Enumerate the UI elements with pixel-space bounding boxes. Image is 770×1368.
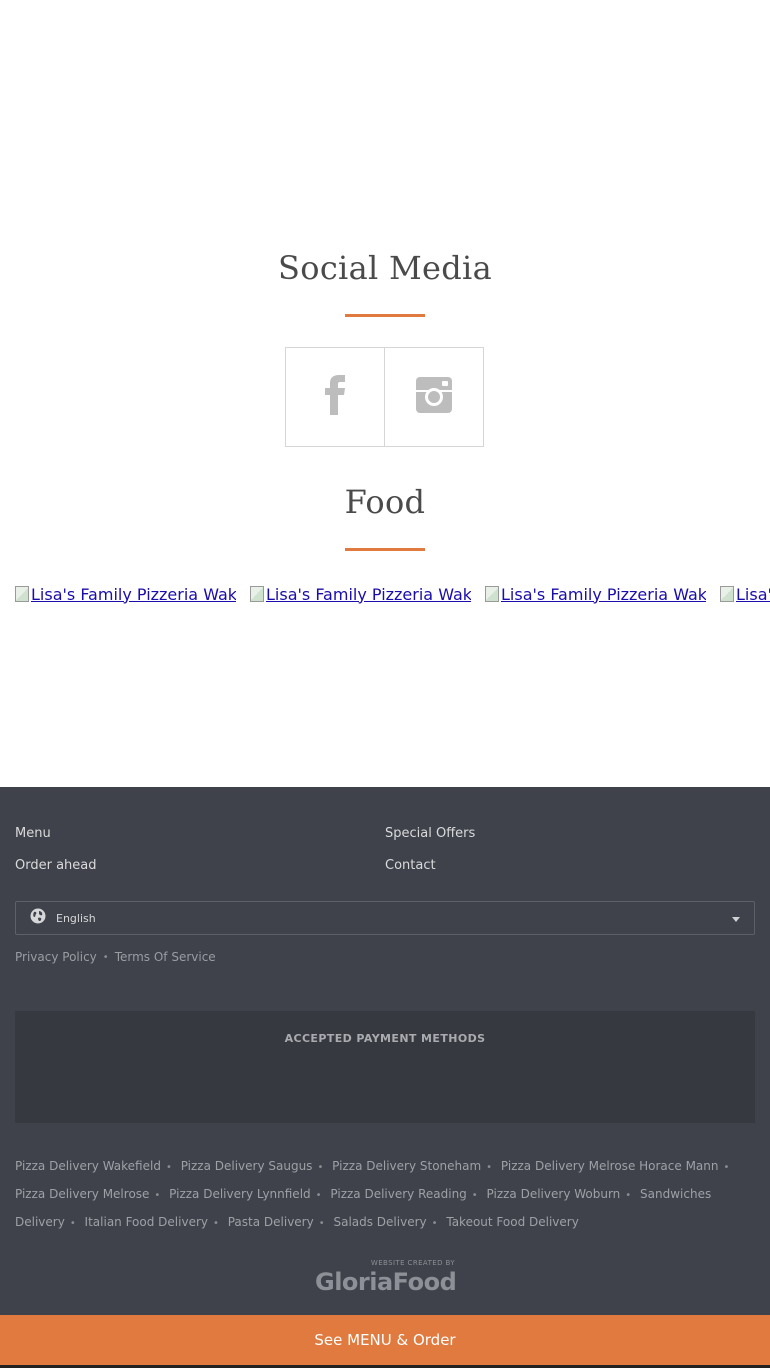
- social-media-heading: Social Media: [278, 249, 492, 287]
- seo-link[interactable]: Pizza Delivery Woburn: [487, 1187, 621, 1201]
- gloriafood-brand-link[interactable]: WEBSITE CREATED BY GloriaFood: [313, 1257, 458, 1299]
- language-select[interactable]: English: [15, 901, 755, 935]
- brand-tagline: WEBSITE CREATED BY: [370, 1259, 455, 1267]
- seo-links: Pizza Delivery Wakefield • Pizza Delivery…: [15, 1153, 760, 1237]
- seo-link[interactable]: Pasta Delivery: [228, 1215, 314, 1229]
- broken-image-icon: [485, 586, 499, 602]
- footer-link-order-ahead[interactable]: Order ahead: [15, 858, 97, 873]
- food-image-3[interactable]: Lisa's Family Pizzeria Wakefield: [485, 582, 706, 606]
- seo-link[interactable]: Takeout Food Delivery: [446, 1215, 578, 1229]
- food-gallery: Lisa's Family Pizzeria Wakefield Lisa's …: [15, 582, 770, 612]
- seo-link[interactable]: Pizza Delivery Stoneham: [332, 1159, 481, 1173]
- separator-dot: •: [471, 1190, 478, 1201]
- seo-link[interactable]: Pizza Delivery Lynnfield: [169, 1187, 311, 1201]
- payment-methods-box: ACCEPTED PAYMENT METHODS: [15, 1011, 755, 1123]
- facebook-icon: [323, 375, 347, 419]
- separator-dot: •: [69, 1218, 76, 1229]
- separator-dot: •: [102, 951, 109, 963]
- see-menu-order-button[interactable]: See MENU & Order: [0, 1315, 770, 1365]
- brand-name: GloriaFood: [315, 1268, 457, 1296]
- separator-dot: •: [318, 1218, 325, 1229]
- broken-image-icon: [15, 586, 29, 602]
- top-blank-area: [0, 0, 770, 240]
- footer-link-special-offers[interactable]: Special Offers: [385, 826, 475, 841]
- social-links: [285, 347, 484, 447]
- terms-of-service-link[interactable]: Terms Of Service: [115, 950, 216, 964]
- separator-dot: •: [486, 1162, 493, 1173]
- payment-methods-title: ACCEPTED PAYMENT METHODS: [284, 1032, 486, 1045]
- separator-dot: •: [315, 1190, 322, 1201]
- facebook-link[interactable]: [285, 347, 385, 447]
- broken-image-icon: [720, 586, 734, 602]
- separator-dot: •: [431, 1218, 438, 1229]
- instagram-icon: [416, 377, 452, 417]
- social-media-underline: [345, 314, 425, 317]
- language-selected-label: English: [56, 911, 96, 925]
- seo-link[interactable]: Pizza Delivery Wakefield: [15, 1159, 161, 1173]
- legal-links: Privacy Policy • Terms Of Service: [15, 950, 216, 964]
- food-heading: Food: [344, 483, 426, 521]
- footer: Menu Special Offers Order ahead Contact …: [0, 787, 770, 1315]
- food-image-1[interactable]: Lisa's Family Pizzeria Wakefield: [15, 582, 236, 606]
- seo-link[interactable]: Pizza Delivery Melrose Horace Mann: [501, 1159, 719, 1173]
- separator-dot: •: [317, 1162, 324, 1173]
- food-image-2[interactable]: Lisa's Family Pizzeria Wakefield: [250, 582, 471, 606]
- separator-dot: •: [625, 1190, 632, 1201]
- seo-link[interactable]: Pizza Delivery Melrose: [15, 1187, 149, 1201]
- instagram-link[interactable]: [384, 347, 484, 447]
- seo-link[interactable]: Salads Delivery: [333, 1215, 426, 1229]
- seo-link[interactable]: Pizza Delivery Reading: [330, 1187, 466, 1201]
- separator-dot: •: [213, 1218, 219, 1229]
- footer-link-menu[interactable]: Menu: [15, 826, 51, 841]
- food-underline: [345, 548, 425, 551]
- chevron-down-icon: [732, 917, 740, 922]
- seo-link[interactable]: Pizza Delivery Saugus: [181, 1159, 313, 1173]
- footer-link-contact[interactable]: Contact: [385, 858, 436, 873]
- broken-image-icon: [250, 586, 264, 602]
- seo-link[interactable]: Italian Food Delivery: [85, 1215, 208, 1229]
- food-image-4[interactable]: Lisa's Family Pizzeria Wakefield: [720, 582, 770, 606]
- separator-dot: •: [165, 1162, 172, 1173]
- globe-icon: [30, 908, 46, 928]
- privacy-policy-link[interactable]: Privacy Policy: [15, 950, 97, 964]
- separator-dot: •: [723, 1162, 730, 1173]
- separator-dot: •: [154, 1190, 161, 1201]
